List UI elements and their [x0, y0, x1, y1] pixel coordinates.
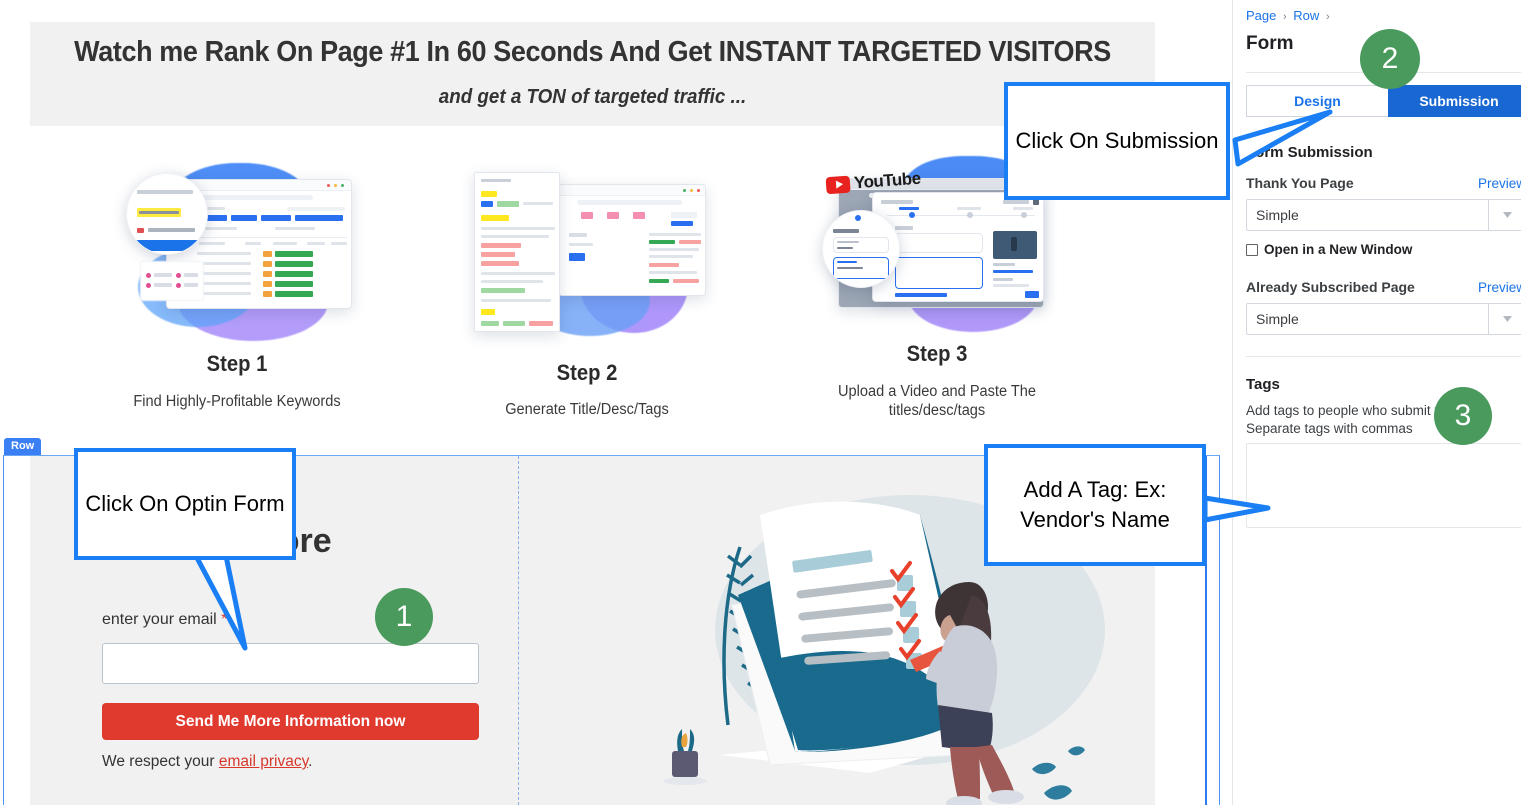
screenshot-root: Watch me Rank On Page #1 In 60 Seconds A…: [0, 0, 1521, 805]
callout-add-a-tag: Add A Tag: Ex: Vendor's Name: [984, 444, 1206, 566]
callout-tail-optin: [193, 109, 1333, 651]
callout-click-submission: Click On Submission: [1004, 82, 1230, 200]
callout-click-optin-form: Click On Optin Form: [74, 448, 296, 560]
